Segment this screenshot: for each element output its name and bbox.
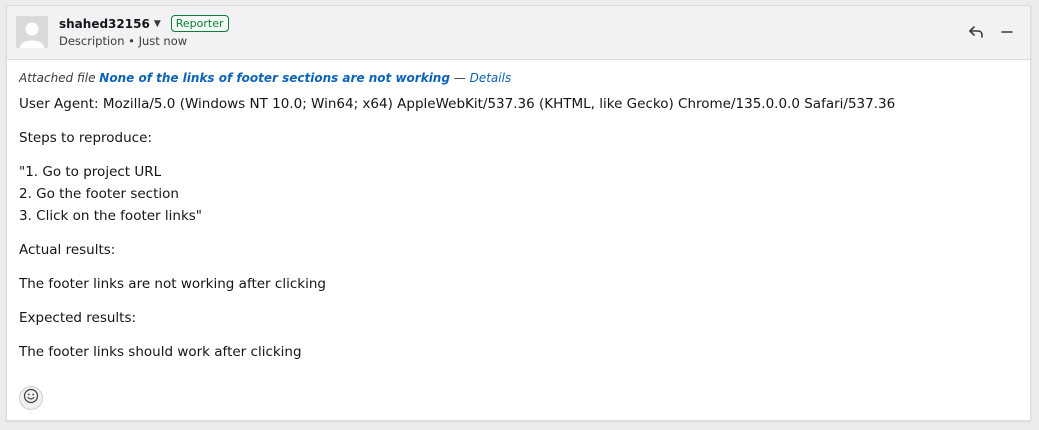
attachment-line: Attached file None of the links of foote… — [19, 71, 1018, 85]
chevron-down-icon[interactable]: ▼ — [154, 19, 161, 29]
step-3: 3. Click on the footer links" — [19, 208, 203, 224]
step-2: 2. Go the footer section — [19, 186, 179, 202]
role-badge: Reporter — [170, 15, 229, 32]
reply-button[interactable] — [964, 21, 988, 45]
comment-card: shahed32156 ▼ Reporter Description • Jus… — [6, 5, 1031, 421]
actual-heading: Actual results: — [19, 242, 116, 258]
author-line: shahed32156 ▼ Reporter — [59, 15, 229, 32]
add-reaction-button[interactable] — [19, 386, 43, 410]
collapse-button[interactable] — [995, 21, 1019, 45]
comment-body: Attached file None of the links of foote… — [7, 60, 1030, 363]
step-1: "1. Go to project URL — [19, 164, 162, 180]
author-name[interactable]: shahed32156 — [59, 17, 150, 31]
minus-icon — [1000, 24, 1014, 43]
default-avatar-icon[interactable] — [16, 16, 48, 48]
attachment-details-link[interactable]: Details — [470, 71, 512, 85]
expected-text: The footer links should work after click… — [19, 344, 302, 360]
smiley-face-icon — [23, 388, 39, 408]
steps-heading: Steps to reproduce: — [19, 130, 152, 146]
reply-arrow-icon — [968, 24, 984, 43]
attachment-file-link[interactable]: None of the links of footer sections are… — [99, 71, 450, 85]
attachment-separator: — — [453, 71, 466, 85]
attachment-prefix: Attached file — [19, 71, 96, 85]
user-agent-text: User Agent: Mozilla/5.0 (Windows NT 10.0… — [19, 96, 896, 112]
expected-heading: Expected results: — [19, 310, 137, 326]
actual-text: The footer links are not working after c… — [19, 276, 326, 292]
comment-header: shahed32156 ▼ Reporter Description • Jus… — [7, 6, 1030, 60]
comment-meta: Description • Just now — [59, 34, 188, 48]
